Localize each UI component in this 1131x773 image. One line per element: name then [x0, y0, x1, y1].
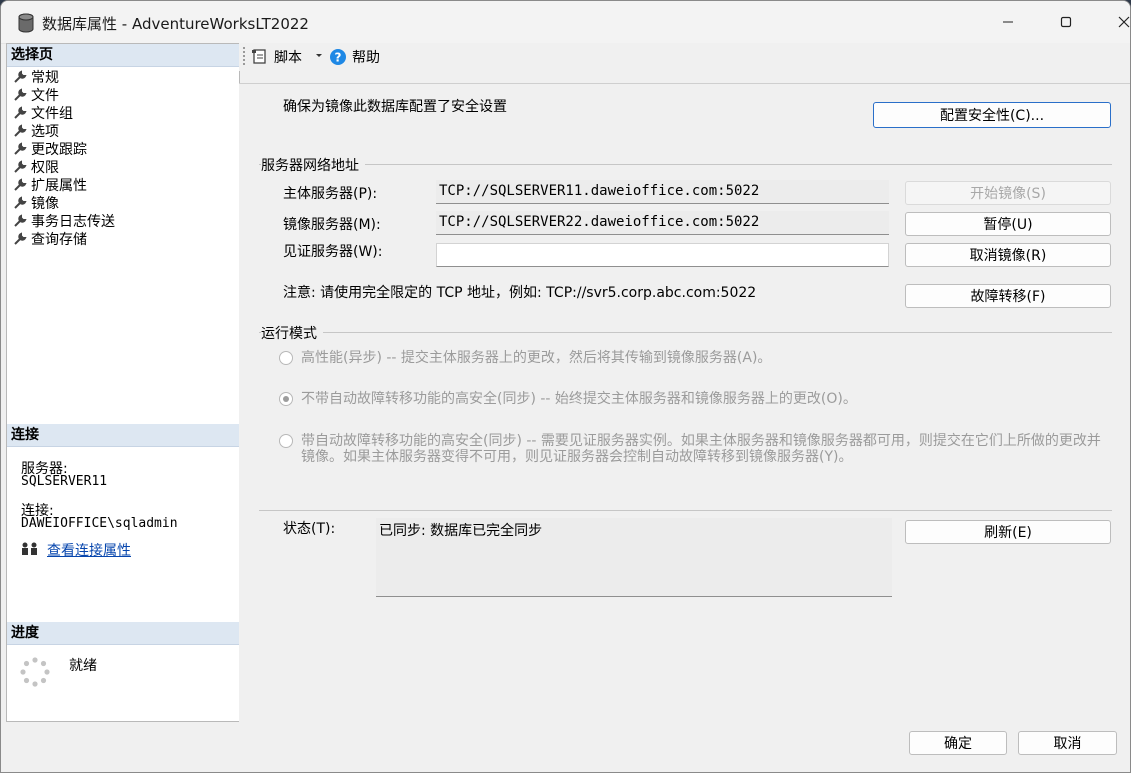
- refresh-button[interactable]: 刷新(E): [905, 520, 1111, 544]
- help-label: 帮助: [352, 50, 380, 66]
- page-item-general[interactable]: 常规: [13, 68, 59, 86]
- page-item-filegroups[interactable]: 文件组: [13, 104, 73, 122]
- mode-high-safety-auto-failover[interactable]: 带自动故障转移功能的高安全(同步) -- 需要见证服务器实例。如果主体服务器和镜…: [279, 433, 1109, 465]
- minimize-icon: [1003, 21, 1013, 23]
- page-item-permissions[interactable]: 权限: [13, 158, 59, 176]
- wrench-icon: [14, 232, 27, 245]
- address-note: 注意: 请使用完全限定的 TCP 地址，例如: TCP://svr5.corp.…: [283, 285, 757, 301]
- principal-address-field[interactable]: TCP://SQLSERVER11.daweioffice.com:5022: [436, 180, 889, 204]
- page-item-label: 扩展属性: [31, 178, 87, 194]
- progress-spinner-icon: [19, 656, 51, 692]
- maximize-icon: [1060, 16, 1072, 28]
- wrench-icon: [14, 178, 27, 191]
- page-item-extended-properties[interactable]: 扩展属性: [13, 176, 87, 194]
- page-item-options[interactable]: 选项: [13, 122, 59, 140]
- title-bar: 数据库属性 - AdventureWorksLT2022: [1, 1, 1130, 44]
- script-icon: [252, 49, 266, 64]
- page-item-label: 常规: [31, 70, 59, 86]
- connection-header: 连接: [7, 424, 239, 447]
- page-item-label: 选项: [31, 124, 59, 140]
- mirror-address-field[interactable]: TCP://SQLSERVER22.daweioffice.com:5022: [436, 211, 889, 235]
- maximize-button[interactable]: [1037, 1, 1095, 43]
- operating-mode-divider: [259, 332, 1112, 333]
- wrench-icon: [14, 88, 27, 101]
- status-divider: [259, 510, 1112, 511]
- wrench-icon: [14, 196, 27, 209]
- page-item-label: 文件组: [31, 106, 73, 122]
- page-item-mirroring[interactable]: 镜像: [13, 194, 59, 212]
- witness-address-field[interactable]: [436, 243, 889, 267]
- minimize-button[interactable]: [979, 1, 1037, 43]
- script-dropdown-arrow[interactable]: [315, 53, 323, 59]
- mirror-label: 镜像服务器(M):: [283, 217, 381, 233]
- mirroring-page: 确保为镜像此数据库配置了安全设置 配置安全性(C)... 服务器网络地址 主体服…: [239, 83, 1130, 724]
- cancel-button[interactable]: 取消: [1018, 731, 1117, 755]
- configure-security-button[interactable]: 配置安全性(C)...: [873, 102, 1111, 128]
- window-title: 数据库属性 - AdventureWorksLT2022: [42, 15, 309, 33]
- radio-button[interactable]: [279, 351, 293, 365]
- connection-value: DAWEIOFFICE\sqladmin: [21, 516, 178, 531]
- radio-button[interactable]: [279, 392, 293, 406]
- close-icon: [1118, 16, 1130, 28]
- page-item-label: 更改跟踪: [31, 142, 87, 158]
- mode-high-performance[interactable]: 高性能(异步) -- 提交主体服务器上的更改，然后将其传输到镜像服务器(A)。: [279, 350, 1109, 366]
- wrench-icon: [14, 106, 27, 119]
- help-icon: ?: [330, 49, 346, 65]
- ok-button[interactable]: 确定: [909, 731, 1007, 755]
- pause-button[interactable]: 暂停(U): [905, 212, 1111, 236]
- mode-label: 不带自动故障转移功能的高安全(同步) -- 始终提交主体服务器和镜像服务器上的更…: [301, 391, 857, 407]
- operating-mode-label: 运行模式: [261, 323, 323, 343]
- security-note: 确保为镜像此数据库配置了安全设置: [283, 99, 507, 115]
- progress-header: 进度: [7, 622, 239, 645]
- progress-status: 就绪: [69, 658, 97, 674]
- help-button[interactable]: ? 帮助: [329, 47, 380, 67]
- wrench-icon: [14, 214, 27, 227]
- left-pane: 选择页 常规 文件 文件组 选项 更改跟踪 权限 扩展属性 镜像 事务日志传送 …: [6, 43, 240, 722]
- mode-high-safety-no-failover[interactable]: 不带自动故障转移功能的高安全(同步) -- 始终提交主体服务器和镜像服务器上的更…: [279, 391, 1109, 407]
- server-value: SQLSERVER11: [21, 474, 108, 489]
- view-connection-properties-link[interactable]: 查看连接属性: [47, 540, 131, 560]
- wrench-icon: [14, 70, 27, 83]
- database-icon: [17, 13, 35, 33]
- svg-text:?: ?: [335, 51, 342, 65]
- principal-label: 主体服务器(P):: [283, 186, 378, 202]
- page-item-label: 权限: [31, 160, 59, 176]
- page-item-label: 事务日志传送: [31, 214, 115, 230]
- page-item-label: 文件: [31, 88, 59, 104]
- mode-label: 带自动故障转移功能的高安全(同步) -- 需要见证服务器实例。如果主体服务器和镜…: [301, 433, 1101, 465]
- page-item-change-tracking[interactable]: 更改跟踪: [13, 140, 87, 158]
- status-box: 已同步: 数据库已完全同步: [376, 518, 892, 597]
- toolbar-grip: [243, 47, 248, 65]
- failover-button[interactable]: 故障转移(F): [905, 284, 1111, 308]
- page-item-label: 镜像: [31, 196, 59, 212]
- witness-label: 见证服务器(W):: [283, 244, 383, 260]
- wrench-icon: [14, 160, 27, 173]
- mode-label: 高性能(异步) -- 提交主体服务器上的更改，然后将其传输到镜像服务器(A)。: [301, 350, 772, 366]
- network-group-label: 服务器网络地址: [261, 155, 365, 175]
- close-button[interactable]: [1095, 1, 1130, 43]
- network-group-divider: [259, 164, 1112, 165]
- page-item-log-shipping[interactable]: 事务日志传送: [13, 212, 115, 230]
- wrench-icon: [14, 124, 27, 137]
- remove-mirroring-button[interactable]: 取消镜像(R): [905, 243, 1111, 267]
- script-label: 脚本: [274, 50, 302, 66]
- wrench-icon: [14, 142, 27, 155]
- page-item-files[interactable]: 文件: [13, 86, 59, 104]
- page-item-query-store[interactable]: 查询存储: [13, 230, 87, 248]
- page-item-label: 查询存储: [31, 232, 87, 248]
- toolbar: 脚本 ? 帮助: [239, 43, 1130, 71]
- status-label: 状态(T):: [283, 521, 336, 537]
- database-properties-window: 数据库属性 - AdventureWorksLT2022 选择页 常规 文件 文…: [0, 0, 1131, 773]
- chevron-down-icon: [316, 54, 322, 57]
- script-button[interactable]: 脚本: [251, 47, 302, 67]
- select-page-header: 选择页: [7, 44, 239, 67]
- radio-button[interactable]: [279, 434, 293, 448]
- connection-properties-icon: [20, 541, 40, 561]
- start-mirroring-button[interactable]: 开始镜像(S): [905, 181, 1111, 205]
